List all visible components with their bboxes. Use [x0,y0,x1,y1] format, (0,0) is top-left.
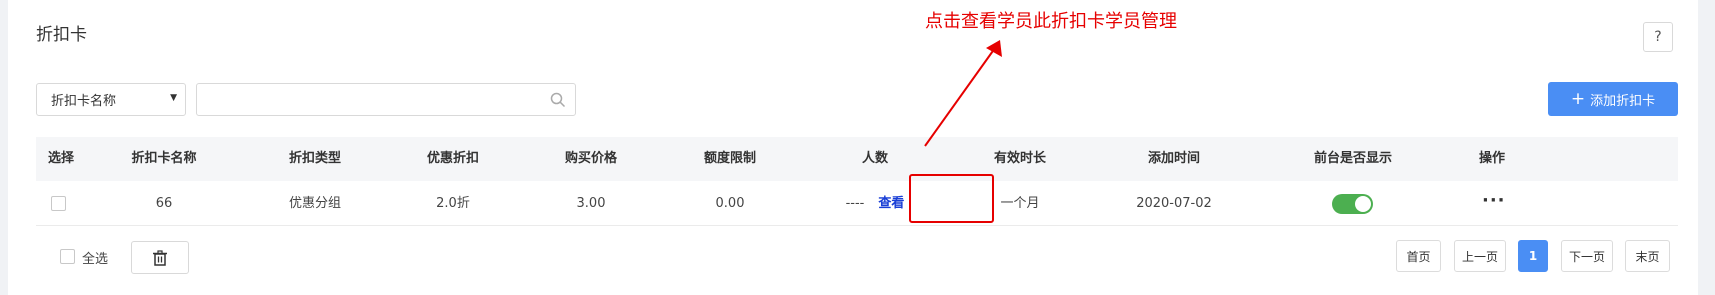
header-discount-type: 折扣类型 [288,151,342,166]
table-header: 选择 折扣卡名称 折扣类型 优惠折扣 购买价格 额度限制 人数 有效时长 添加时… [36,137,1678,181]
caret-down-icon: ▼ [170,93,177,103]
page-title: 折扣卡 [36,25,87,45]
view-members-link[interactable]: 查看 [878,196,904,211]
page-next-button[interactable]: 下一页 [1561,240,1613,272]
cell-limit: 0.00 [715,196,745,211]
cell-discount: 2.0折 [436,196,470,211]
search-input[interactable] [207,84,527,115]
discount-card-panel: 折扣卡 ? 折扣卡名称 ▼ + 添加折扣卡 选择 折扣卡名称 折扣类型 优惠折扣… [8,0,1698,295]
select-all-label: 全选 [82,252,109,267]
page-last-button[interactable]: 末页 [1625,240,1670,272]
row-checkbox[interactable] [51,196,66,211]
page-first-button[interactable]: 首页 [1396,240,1441,272]
cell-card-name: 66 [155,196,173,211]
trash-icon [153,249,167,266]
search-icon[interactable] [549,91,567,109]
help-button[interactable]: ? [1643,22,1673,52]
cell-discount-type: 优惠分组 [288,196,342,211]
page-prev-button[interactable]: 上一页 [1454,240,1506,272]
header-price: 购买价格 [564,151,618,166]
header-card-name: 折扣卡名称 [131,151,197,166]
cell-members: ---- 查看 [846,181,905,226]
header-operations: 操作 [1478,151,1506,166]
header-select: 选择 [48,151,75,166]
cell-added-time: 2020-07-02 [1136,196,1212,211]
cell-duration: 一个月 [1000,196,1040,211]
annotation-text: 点击查看学员此折扣卡学员管理 [925,11,1177,32]
show-on-front-toggle[interactable] [1332,194,1373,214]
cell-price: 3.00 [576,196,606,211]
header-limit: 额度限制 [703,151,757,166]
page-current-button[interactable]: 1 [1518,240,1548,272]
select-all-checkbox[interactable] [60,249,75,264]
header-duration: 有效时长 [993,151,1047,166]
filter-field-value: 折扣卡名称 [51,94,117,109]
more-actions-icon[interactable]: ··· [1482,181,1506,226]
members-count: ---- [845,196,865,211]
search-box[interactable] [196,83,576,116]
delete-button[interactable] [131,241,189,274]
add-discount-card-button[interactable]: + 添加折扣卡 [1548,82,1678,116]
plus-icon: + [1570,88,1586,109]
header-discount: 优惠折扣 [426,151,480,166]
add-button-label: 添加折扣卡 [1590,93,1656,109]
filter-field-select[interactable]: 折扣卡名称 ▼ [36,83,186,116]
header-members: 人数 [861,151,889,166]
header-show-on-front: 前台是否显示 [1313,151,1393,166]
header-added-time: 添加时间 [1147,151,1201,166]
table-row: 66 优惠分组 2.0折 3.00 0.00 ---- 查看 一个月 2020-0… [36,181,1678,226]
annotation-highlight-box [909,174,994,223]
